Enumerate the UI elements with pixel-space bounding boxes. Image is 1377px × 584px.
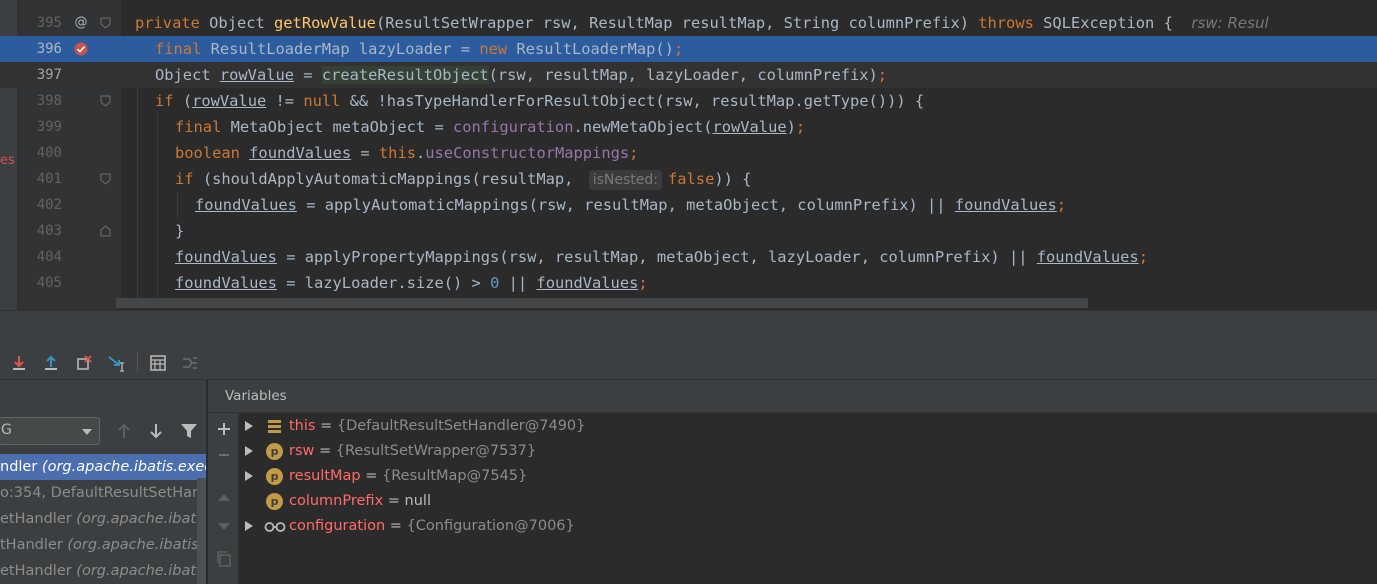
code-text: } (175, 222, 185, 240)
move-up-icon[interactable] (214, 487, 234, 507)
variables-panel: Variables this = {DefaultResultSetHandle… (208, 380, 1377, 584)
code-line-402[interactable]: 402 foundValues = applyAutomaticMappings… (0, 192, 1377, 218)
frame-item[interactable]: etHandler (org.apache.ibatis. (0, 558, 206, 584)
line-number: 404 (36, 249, 62, 265)
copy-icon[interactable] (214, 549, 234, 569)
frame-item[interactable]: tHandler (org.apache.ibatis.e (0, 532, 206, 558)
variable-text: resultMap = {ResultMap@7545} (289, 468, 528, 484)
move-down-icon[interactable] (214, 517, 234, 537)
code-line-399[interactable]: 399 final MetaObject metaObject = config… (0, 114, 1377, 140)
fold-marker-icon[interactable] (100, 17, 111, 29)
code-line-397[interactable]: 397 Object rowValue = createResultObject… (0, 62, 1377, 88)
thread-selector[interactable]: G (0, 417, 100, 445)
code-text: Object rowValue = createResultObject(rsw… (155, 66, 888, 84)
variable-text: this = {DefaultResultSetHandler@7490} (289, 418, 586, 434)
frame-item[interactable]: o:354, DefaultResultSetHandl (0, 480, 206, 506)
fold-marker-icon[interactable] (100, 173, 111, 185)
breakpoint-icon[interactable] (72, 41, 90, 57)
drop-frame-icon[interactable] (73, 352, 95, 374)
line-number: 400 (36, 145, 62, 161)
code-text: if (rowValue != null && !hasTypeHandlerF… (155, 92, 925, 110)
variable-row-configuration[interactable]: configuration = {Configuration@7006} (239, 514, 1377, 539)
frame-item[interactable]: etHandler (org.apache.ibatis. (0, 506, 206, 532)
inline-debug-value: rsw: Resul (1191, 14, 1269, 32)
code-text: final ResultLoaderMap lazyLoader = new R… (155, 40, 684, 58)
code-line-401[interactable]: 401 if (shouldApplyAutomaticMappings(res… (0, 166, 1377, 192)
code-line-404[interactable]: 404 foundValues = applyPropertyMappings(… (0, 244, 1377, 270)
line-number: 395 (36, 15, 62, 31)
code-text: foundValues = applyAutomaticMappings(rsw… (195, 196, 1067, 214)
code-line-403[interactable]: 403 } (0, 218, 1377, 244)
code-editor[interactable]: es 395 @ private Object getRowValue(Resu… (0, 0, 1377, 310)
thread-selector-value: G (1, 422, 12, 438)
code-line-398[interactable]: 398 if (rowValue != null && !hasTypeHand… (0, 88, 1377, 114)
arrow-up-icon[interactable] (114, 421, 134, 441)
expand-arrow-icon[interactable] (245, 471, 253, 481)
horizontal-scrollbar[interactable] (116, 298, 1088, 308)
code-line-405[interactable]: 405 foundValues = lazyLoader.size() > 0 … (0, 270, 1377, 296)
line-number: 405 (36, 275, 62, 291)
watch-glasses-icon (264, 518, 286, 535)
parameter-icon: p (266, 468, 283, 485)
line-number: 398 (36, 93, 62, 109)
variable-row-columnprefix[interactable]: p columnPrefix = null (239, 489, 1377, 514)
arrow-down-icon[interactable] (146, 421, 166, 441)
frames-panel: G ndler (org.apache.ibatis.exec o:354, D… (0, 380, 207, 584)
code-text: boolean foundValues = this.useConstructo… (175, 144, 639, 162)
variable-text: columnPrefix = null (289, 493, 431, 509)
override-annotation-icon[interactable]: @ (72, 15, 90, 31)
line-number: 397 (36, 67, 62, 83)
variables-header: Variables (208, 380, 1377, 413)
expand-arrow-icon[interactable] (245, 521, 253, 531)
code-text: final MetaObject metaObject = configurat… (175, 118, 806, 136)
code-line-396[interactable]: 396 final ResultLoaderMap lazyLoader = n… (0, 36, 1377, 62)
field-list-icon (266, 418, 283, 435)
trace-stream-icon[interactable] (179, 352, 201, 374)
code-line-395[interactable]: 395 @ private Object getRowValue(ResultS… (0, 10, 1377, 36)
line-number: 403 (36, 223, 62, 239)
code-text: if (shouldApplyAutomaticMappings(resultM… (175, 170, 752, 190)
variables-side-toolbar (208, 413, 239, 584)
evaluate-expression-icon[interactable] (147, 352, 169, 374)
debug-tool-window-header (0, 310, 1377, 344)
chevron-down-icon (82, 429, 92, 435)
fold-marker-icon[interactable] (100, 95, 111, 107)
fold-marker-icon[interactable] (100, 225, 111, 237)
filter-icon[interactable] (179, 421, 199, 441)
toolbar-separator (137, 352, 138, 372)
add-watch-icon[interactable] (214, 419, 234, 439)
variables-title: Variables (225, 388, 287, 404)
parameter-icon: p (266, 493, 283, 510)
variable-row-rsw[interactable]: p rsw = {ResultSetWrapper@7537} (239, 439, 1377, 464)
frame-item[interactable]: ndler (org.apache.ibatis.exec (0, 454, 206, 480)
expand-arrow-icon[interactable] (245, 446, 253, 456)
parameter-icon: p (266, 443, 283, 460)
variable-text: rsw = {ResultSetWrapper@7537} (289, 443, 537, 459)
expand-arrow-icon[interactable] (245, 421, 253, 431)
line-number: 401 (36, 171, 62, 187)
variable-row-this[interactable]: this = {DefaultResultSetHandler@7490} (239, 414, 1377, 439)
code-text: private Object getRowValue(ResultSetWrap… (135, 14, 1269, 32)
code-line-400[interactable]: 400 boolean foundValues = this.useConstr… (0, 140, 1377, 166)
line-number: 402 (36, 197, 62, 213)
step-into-icon[interactable] (8, 352, 30, 374)
debug-toolbar (0, 344, 1377, 380)
remove-watch-icon[interactable] (214, 445, 234, 465)
line-number: 396 (36, 41, 62, 57)
step-out-icon[interactable] (40, 352, 62, 374)
line-number: 399 (36, 119, 62, 135)
code-text: foundValues = applyPropertyMappings(rsw,… (175, 248, 1148, 266)
parameter-hint: isNested: (588, 170, 662, 190)
frames-scrollbar[interactable] (197, 478, 206, 584)
code-text: foundValues = lazyLoader.size() > 0 || f… (175, 274, 648, 292)
variable-row-resultmap[interactable]: p resultMap = {ResultMap@7545} (239, 464, 1377, 489)
variable-text: configuration = {Configuration@7006} (289, 518, 575, 534)
run-to-cursor-icon[interactable] (106, 352, 128, 374)
